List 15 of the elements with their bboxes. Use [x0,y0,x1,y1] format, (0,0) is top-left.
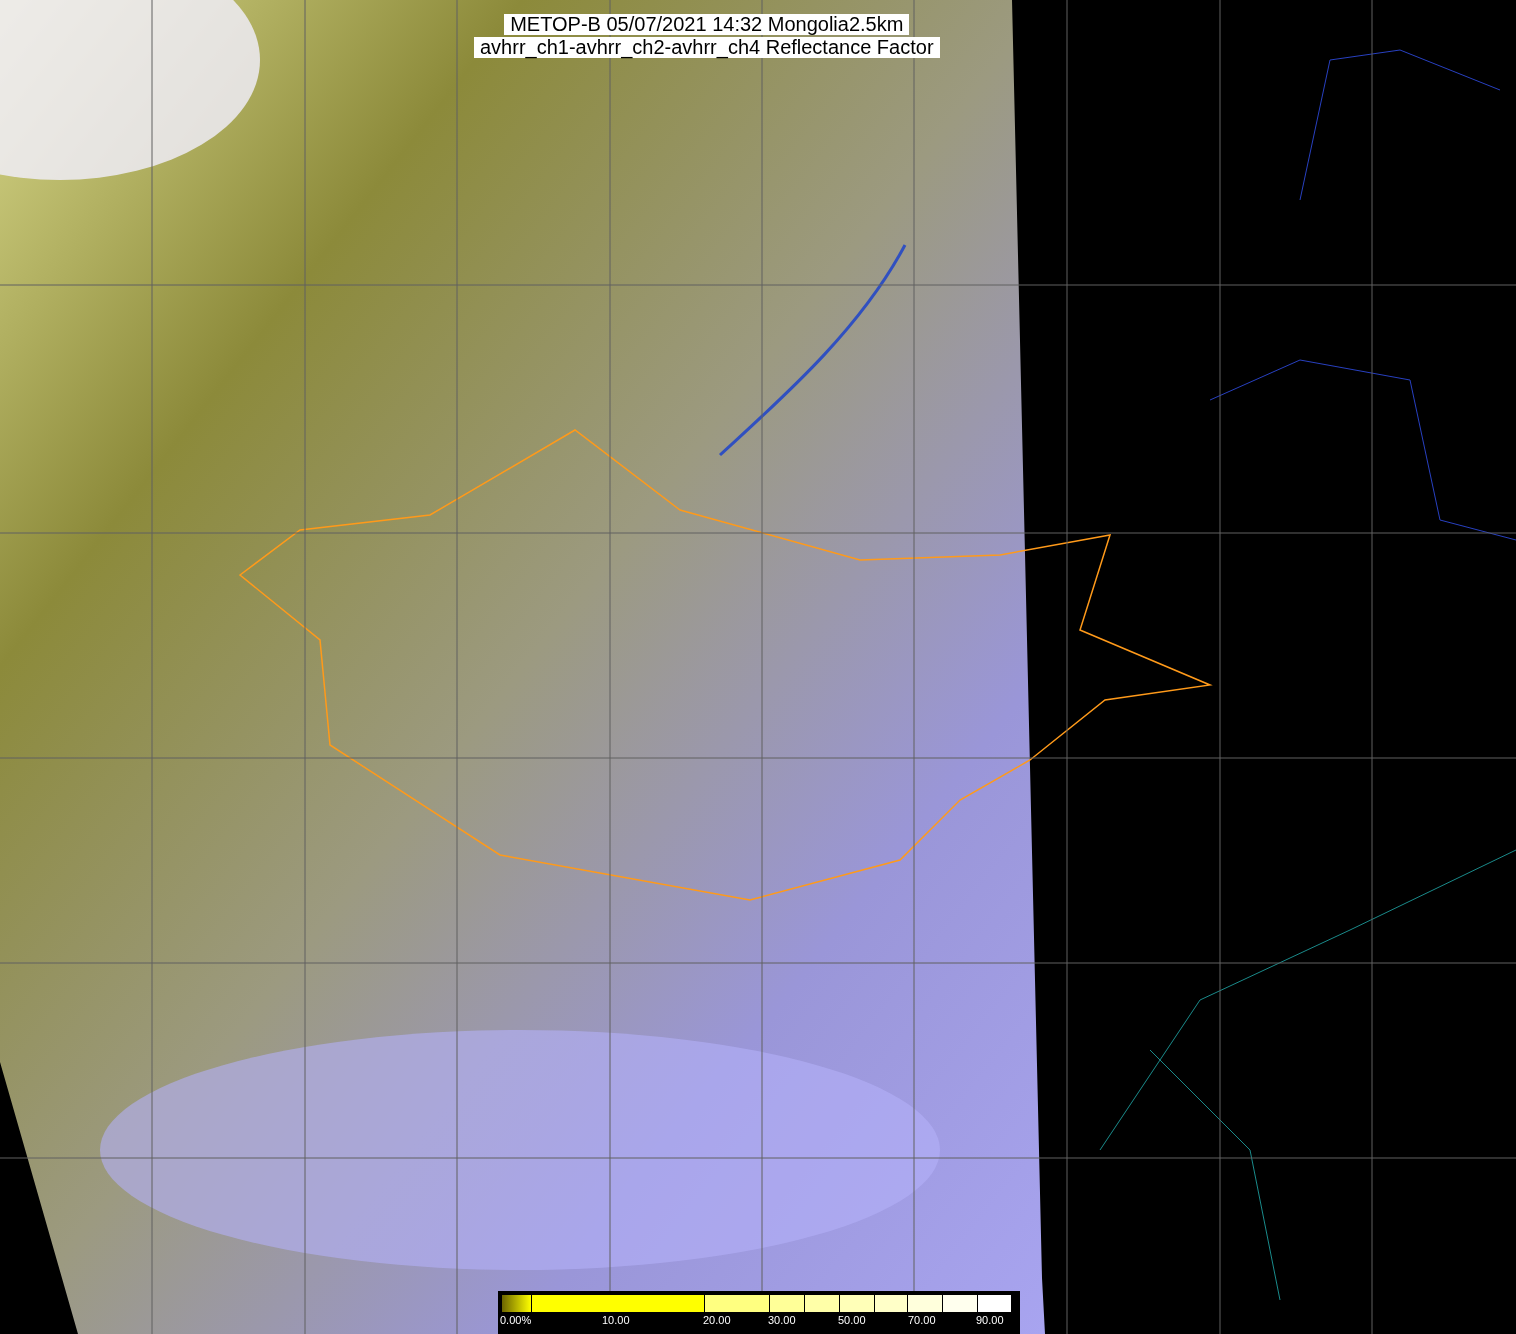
colorbar-tick-label: 10.00 [602,1314,630,1326]
colorbar-tick-label: 90.00 [976,1314,1004,1326]
color-scale-segment [943,1295,978,1312]
color-scale-segment [805,1295,840,1312]
colorbar-tick-label: 50.00 [838,1314,866,1326]
colorbar-tick-label: 0.00% [500,1314,532,1326]
color-scale-segment [840,1295,875,1312]
colorbar-tick-label: 20.00 [703,1314,731,1326]
color-scale-segment [875,1295,908,1312]
map-title: avhrr_ch1-avhrr_ch2-avhrr_ch4 Reflectance Factor [474,37,940,58]
map-title: METOP-B 05/07/2021 14:32 Mongolia2.5km [504,14,910,35]
color-scale-segment [908,1295,943,1312]
colorbar-tick-label: 30.00 [768,1314,796,1326]
colorbar-tick-label: 70.00 [908,1314,936,1326]
color-scale-segment [978,1295,1012,1312]
